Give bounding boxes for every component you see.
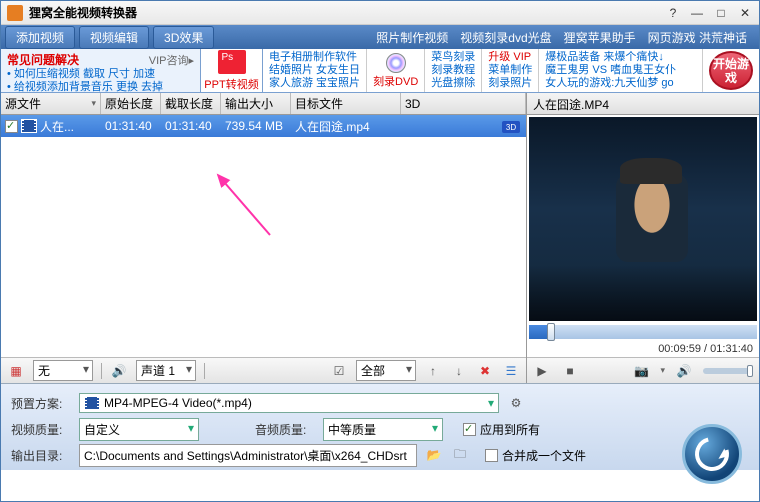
- move-down-icon[interactable]: ↓: [450, 362, 468, 380]
- help-icon[interactable]: ?: [665, 6, 681, 20]
- left-bottom-bar: ▦ 无 🔊 声道 1 ☑ 全部 ↑ ↓ ✖ ☰: [1, 357, 526, 383]
- titlebar: 狸窝全能视频转换器 ? — □ ✕: [1, 1, 759, 25]
- col-target[interactable]: 目标文件: [291, 93, 401, 114]
- volume-icon[interactable]: 🔊: [675, 362, 693, 380]
- bottom-panel: 预置方案: MP4-MPEG-4 Video(*.mp4) ⚙ 视频质量: 自定…: [1, 383, 759, 470]
- col-out-size[interactable]: 输出大小: [221, 93, 291, 114]
- file-panel: 源文件▾ 原始长度 截取长度 输出大小 目标文件 3D 人在... 01:31:…: [1, 93, 527, 383]
- output-dir-input[interactable]: C:\Documents and Settings\Administrator\…: [79, 444, 417, 467]
- promo-link[interactable]: 菜鸟刻录: [431, 51, 475, 64]
- add-video-button[interactable]: 添加视频: [5, 26, 75, 49]
- promo-link[interactable]: 魔王鬼男 VS 嗜血鬼王女仆: [545, 64, 696, 77]
- promo-link[interactable]: 刻录照片: [488, 77, 532, 90]
- audio-icon[interactable]: 🔊: [110, 362, 128, 380]
- promo-link[interactable]: 电子相册制作软件: [269, 51, 360, 64]
- video-quality-combo[interactable]: 自定义: [79, 418, 199, 441]
- col-source[interactable]: 源文件▾: [1, 93, 101, 114]
- faq-panel: 常见问题解决VIP咨询▸ 如何压缩视频 截取 尺寸 加速 给视频添加背景音乐 更…: [1, 49, 201, 92]
- link-web-game[interactable]: 网页游戏 洪荒神话: [648, 29, 747, 46]
- toolbar-links: 照片制作视频 视频刻录dvd光盘 狸窝苹果助手 网页游戏 洪荒神话: [218, 29, 755, 46]
- select-all-combo[interactable]: 全部: [356, 360, 416, 381]
- vip-link[interactable]: VIP咨询▸: [149, 52, 194, 68]
- table-row[interactable]: 人在... 01:31:40 01:31:40 739.54 MB 人在囧途.m…: [1, 115, 526, 137]
- cell-size: 739.54 MB: [221, 119, 291, 133]
- preview-panel: 人在囧途.MP4 00:09:59 / 01:31:40 ▶ ■ 📷▾ 🔊: [527, 93, 759, 383]
- promo-link[interactable]: 家人旅游 宝宝照片: [269, 77, 360, 90]
- promo-link[interactable]: 爆极品装备 来爆个痛快↓: [545, 51, 696, 64]
- link-photo-video[interactable]: 照片制作视频: [376, 29, 448, 46]
- list-icon[interactable]: ☰: [502, 362, 520, 380]
- faq-item[interactable]: 如何压缩视频 截取 尺寸 加速: [7, 68, 194, 81]
- cell-target: 人在囧途.mp4: [291, 118, 401, 135]
- ppt-icon: [218, 50, 246, 74]
- maximize-icon[interactable]: □: [713, 6, 729, 20]
- dvd-icon: [386, 53, 406, 73]
- promo-link[interactable]: 光盘擦除: [431, 77, 475, 90]
- 3d-badge-icon[interactable]: 3D: [502, 121, 520, 133]
- preset-combo[interactable]: MP4-MPEG-4 Video(*.mp4): [79, 393, 499, 414]
- preset-label: 预置方案:: [11, 395, 71, 412]
- minimize-icon[interactable]: —: [689, 6, 705, 20]
- main-toolbar: 添加视频 视频编辑 3D效果 照片制作视频 视频刻录dvd光盘 狸窝苹果助手 网…: [1, 25, 759, 49]
- burn-dvd-link[interactable]: 刻录DVD: [373, 76, 418, 89]
- window-title: 狸窝全能视频转换器: [29, 4, 665, 21]
- open-folder-icon[interactable]: 🗀: [451, 446, 469, 464]
- playback-time: 00:09:59 / 01:31:40: [527, 341, 759, 357]
- preview-controls: ▶ ■ 📷▾ 🔊: [527, 357, 759, 383]
- promo-link[interactable]: 刻录教程: [431, 64, 475, 77]
- aq-label: 音频质量:: [255, 421, 315, 438]
- video-preview[interactable]: [529, 117, 757, 321]
- play-icon[interactable]: ▶: [533, 362, 551, 380]
- promo-links: 电子相册制作软件 结婚照片 女友生日 家人旅游 宝宝照片 刻录DVD 菜鸟刻录 …: [263, 49, 759, 92]
- col-3d[interactable]: 3D: [401, 93, 526, 114]
- link-burn-dvd[interactable]: 视频刻录dvd光盘: [460, 29, 551, 46]
- subtitle-combo[interactable]: 无: [33, 360, 93, 381]
- app-logo-icon: [7, 5, 23, 21]
- snapshot-icon[interactable]: 📷: [632, 362, 650, 380]
- file-name: 人在...: [40, 118, 74, 135]
- volume-slider[interactable]: [703, 368, 753, 374]
- select-icon[interactable]: ☑: [330, 362, 348, 380]
- col-cut-len[interactable]: 截取长度: [161, 93, 221, 114]
- close-icon[interactable]: ✕: [737, 6, 753, 20]
- move-up-icon[interactable]: ↑: [424, 362, 442, 380]
- apply-all-checkbox[interactable]: 应用到所有: [463, 421, 540, 438]
- promo-link[interactable]: 升级 VIP: [488, 51, 532, 64]
- promo-link[interactable]: 菜单制作: [488, 64, 532, 77]
- preview-title: 人在囧途.MP4: [527, 93, 759, 115]
- ppt-promo[interactable]: PPT转视频: [201, 49, 263, 92]
- file-list[interactable]: 人在... 01:31:40 01:31:40 739.54 MB 人在囧途.m…: [1, 115, 526, 357]
- cell-cut: 01:31:40: [161, 119, 221, 133]
- video-edit-button[interactable]: 视频编辑: [79, 26, 149, 49]
- 3d-effect-button[interactable]: 3D效果: [153, 26, 214, 49]
- convert-button[interactable]: [682, 424, 742, 484]
- playback-slider[interactable]: [529, 325, 757, 339]
- faq-title: 常见问题解决: [7, 51, 79, 68]
- promo-link[interactable]: 女人玩的游戏:九天仙梦 go: [545, 77, 696, 90]
- col-orig-len[interactable]: 原始长度: [101, 93, 161, 114]
- promo-bar: 常见问题解决VIP咨询▸ 如何压缩视频 截取 尺寸 加速 给视频添加背景音乐 更…: [1, 49, 759, 93]
- outdir-label: 输出目录:: [11, 447, 71, 464]
- cell-orig: 01:31:40: [101, 119, 161, 133]
- audio-track-combo[interactable]: 声道 1: [136, 360, 196, 381]
- vq-label: 视频质量:: [11, 421, 71, 438]
- main-area: 源文件▾ 原始长度 截取长度 输出大小 目标文件 3D 人在... 01:31:…: [1, 93, 759, 383]
- ppt-label: PPT转视频: [204, 76, 258, 92]
- audio-quality-combo[interactable]: 中等质量: [323, 418, 443, 441]
- table-header: 源文件▾ 原始长度 截取长度 输出大小 目标文件 3D: [1, 93, 526, 115]
- browse-folder-icon[interactable]: 📂: [425, 446, 443, 464]
- row-checkbox[interactable]: [5, 120, 18, 133]
- start-game-button[interactable]: 开始游戏: [709, 51, 753, 90]
- preset-settings-icon[interactable]: ⚙: [507, 394, 525, 412]
- delete-icon[interactable]: ✖: [476, 362, 494, 380]
- window-controls: ? — □ ✕: [665, 6, 753, 20]
- link-apple-helper[interactable]: 狸窝苹果助手: [564, 29, 636, 46]
- slider-thumb[interactable]: [547, 323, 555, 341]
- stop-icon[interactable]: ■: [561, 362, 579, 380]
- promo-link[interactable]: 结婚照片 女友生日: [269, 64, 360, 77]
- merge-checkbox[interactable]: 合并成一个文件: [485, 447, 586, 464]
- subtitle-icon[interactable]: ▦: [7, 362, 25, 380]
- video-file-icon: [21, 119, 37, 133]
